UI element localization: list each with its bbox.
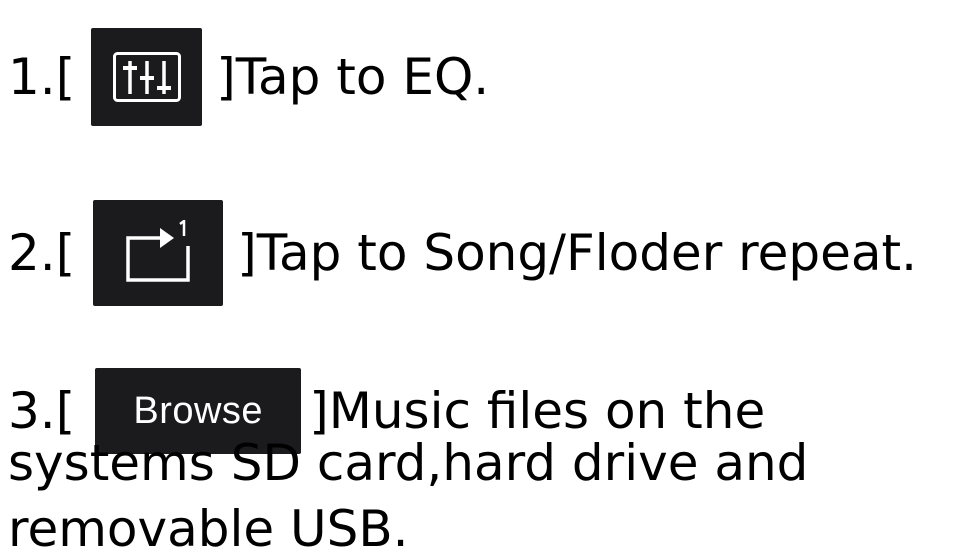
item-repeat: 2.[ ]Tap to Song/Floder repeat. [8, 200, 917, 306]
item-browse-text: ]Music files on the [309, 382, 766, 440]
item-browse-continuation-2: removable USB. [8, 500, 409, 558]
item-browse-continuation-1: systems SD card,hard drive and [8, 434, 809, 492]
item-repeat-text: ]Tap to Song/Floder repeat. [237, 224, 918, 282]
item-eq: 1.[ ]Tap to EQ. [8, 28, 489, 126]
item-eq-text: ]Tap to EQ. [216, 48, 490, 106]
repeat-one-icon [126, 220, 190, 282]
eq-sliders-icon [113, 52, 182, 102]
item-browse-prefix: 3.[ [8, 382, 76, 440]
repeat-button[interactable] [93, 200, 224, 306]
eq-button[interactable] [91, 28, 203, 126]
item-eq-prefix: 1.[ [8, 48, 76, 106]
item-repeat-prefix: 2.[ [8, 224, 76, 282]
